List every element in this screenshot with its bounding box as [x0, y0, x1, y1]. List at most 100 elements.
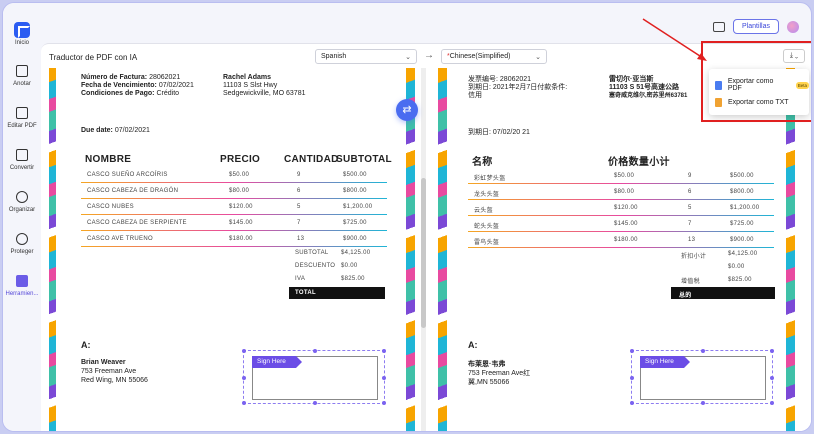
target-language-value: Chinese(Simplified) — [449, 53, 511, 60]
client-address-1: 11103 S Slst Hwy — [223, 82, 278, 89]
resize-handle[interactable] — [313, 401, 317, 405]
col-header-name: NOMBRE — [85, 154, 132, 165]
table-cell-subtotal: $500.00 — [730, 173, 754, 179]
to-label: A: — [81, 340, 91, 350]
client-address-2: 塞奇威克维尔,密苏里州63781 — [609, 93, 688, 99]
sign-here-tag: Sign Here — [252, 356, 302, 368]
scrollbar[interactable] — [421, 68, 426, 431]
table-cell-price: $80.00 — [614, 189, 635, 195]
sidebar-item-label: Herramien... — [5, 291, 39, 297]
table-cell-name: 云头盔 — [474, 208, 493, 214]
signature-field[interactable]: Sign Here — [630, 349, 774, 405]
table-cell-subtotal: $800.00 — [343, 188, 367, 194]
shield-icon — [16, 233, 28, 245]
table-cell-price: $120.00 — [229, 204, 253, 210]
col-header-name: 名称 — [472, 157, 493, 168]
table-cell-subtotal: $800.00 — [730, 189, 754, 195]
convert-icon — [16, 149, 28, 161]
resize-handle[interactable] — [630, 376, 634, 380]
resize-handle[interactable] — [630, 401, 634, 405]
monitor-icon[interactable] — [712, 21, 725, 32]
top-toolbar: Plantillas — [712, 19, 799, 34]
recipient-address-1: 753 Freeman Ave — [81, 368, 137, 375]
table-cell-price: $80.00 — [229, 188, 250, 194]
scrollbar-thumb[interactable] — [421, 178, 426, 328]
due-date-terms-line: 到期日: 2021年2月7日付款条件: — [468, 84, 568, 91]
table-cell-qty: 6 — [297, 188, 301, 194]
arrow-right-icon: → — [424, 50, 434, 61]
recipient-address-2: 翼,MN 55066 — [468, 379, 510, 386]
swap-view-button[interactable]: ⇄ — [396, 99, 418, 121]
chevron-down-icon: ⌄ — [405, 54, 411, 61]
iva-label: IVA — [295, 276, 306, 282]
resize-handle[interactable] — [770, 376, 774, 380]
col-header-qty: CANTIDAD — [284, 154, 339, 165]
table-row-divider — [81, 230, 387, 231]
resize-handle[interactable] — [242, 376, 246, 380]
payment-terms: Condiciones de Pago: Crédito — [81, 90, 180, 97]
sidebar-item-convertir[interactable]: Convertir — [3, 149, 41, 171]
sidebar-item-organizar[interactable]: Organizar — [3, 191, 41, 213]
total-bar: 总的 — [671, 287, 775, 299]
sidebar-item-proteger[interactable]: Proteger — [3, 233, 41, 255]
app-logo-icon[interactable] — [14, 22, 30, 38]
table-row-divider — [468, 199, 774, 200]
resize-handle[interactable] — [701, 401, 705, 405]
signature-field[interactable]: Sign Here — [242, 349, 386, 405]
decorative-stripe — [406, 68, 415, 431]
resize-handle[interactable] — [242, 401, 246, 405]
table-cell-name: 蛇头头盔 — [474, 224, 500, 230]
iva-label: 增值税 — [681, 279, 700, 285]
resize-handle[interactable] — [630, 349, 634, 353]
recipient-address-2: Red Wing, MN 55066 — [81, 377, 148, 384]
due-date: 到期日: 07/02/20 21 — [468, 129, 530, 136]
resize-handle[interactable] — [382, 349, 386, 353]
table-cell-subtotal: $1,200.00 — [730, 205, 760, 211]
subtotal-label: SUBTOTAL — [295, 250, 329, 256]
original-document: Número de Factura: 28062021 Fecha de Ven… — [49, 68, 429, 431]
iva-value: $825.00 — [728, 277, 752, 283]
table-row-divider — [468, 231, 774, 232]
resize-handle[interactable] — [313, 349, 317, 353]
resize-handle[interactable] — [242, 349, 246, 353]
source-language-select[interactable]: Spanish ⌄ — [315, 49, 417, 64]
source-language-value: Spanish — [321, 53, 347, 60]
table-row-divider — [468, 247, 774, 248]
recipient-name: Brian Weaver — [81, 359, 126, 366]
client-address-2: Sedgewickville, MO 63781 — [223, 90, 306, 97]
sidebar-item-label: Inicio — [14, 40, 29, 46]
resize-handle[interactable] — [770, 401, 774, 405]
sidebar-item-label: Convertir — [9, 165, 35, 171]
iva-value: $825.00 — [341, 276, 365, 282]
table-cell-name: 雷鸟头盔 — [474, 240, 500, 246]
sidebar-item-herramientas[interactable]: Herramien... — [3, 275, 41, 297]
edit-icon — [16, 107, 28, 119]
resize-handle[interactable] — [701, 349, 705, 353]
table-cell-subtotal: $900.00 — [730, 237, 754, 243]
target-language-select[interactable]: *Chinese(Simplified) ⌄ — [441, 49, 547, 64]
subtotal-value: $4,125.00 — [728, 251, 758, 257]
sidebar-item-editar-pdf[interactable]: Editar PDF — [3, 107, 41, 129]
table-cell-qty: 5 — [688, 205, 692, 211]
due-date-top: Fecha de Vencimiento: 07/02/2021 — [81, 82, 194, 89]
table-cell-subtotal: $725.00 — [730, 221, 754, 227]
table-cell-qty: 6 — [688, 189, 692, 195]
subtotal-value: $4,125.00 — [341, 250, 371, 256]
table-cell-name: CASCO NUBES — [87, 204, 134, 210]
resize-handle[interactable] — [382, 376, 386, 380]
sidebar-item-inicio[interactable]: Inicio — [3, 40, 41, 46]
plantillas-button[interactable]: Plantillas — [732, 19, 779, 34]
table-cell-qty: 9 — [688, 173, 692, 179]
sidebar-item-anotar[interactable]: Anotar — [3, 65, 41, 87]
resize-handle[interactable] — [770, 349, 774, 353]
resize-handle[interactable] — [382, 401, 386, 405]
table-cell-price: $145.00 — [614, 221, 638, 227]
table-cell-name: CASCO CABEZA DE DRAGÓN — [87, 188, 179, 194]
translated-document: 发票编号: 28062021 到期日: 2021年2月7日付款条件: 信用 雷切… — [436, 68, 811, 431]
avatar[interactable] — [787, 20, 799, 33]
sidebar-item-label: Editar PDF — [7, 123, 37, 129]
table-cell-price: $180.00 — [614, 237, 638, 243]
table-row-divider — [468, 183, 774, 184]
table-cell-price: $50.00 — [229, 172, 250, 178]
table-row-divider — [81, 198, 387, 199]
